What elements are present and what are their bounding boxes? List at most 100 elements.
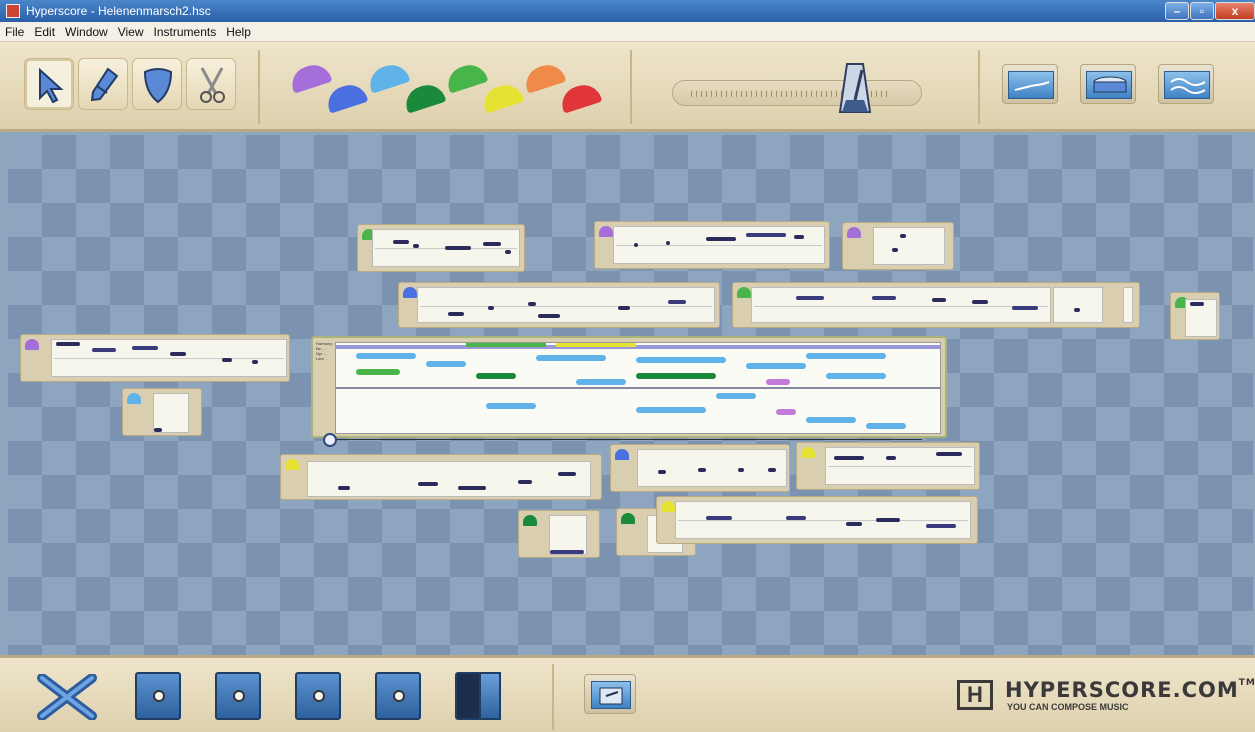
safe-dial-icon bbox=[393, 690, 405, 702]
menu-edit[interactable]: Edit bbox=[29, 22, 60, 39]
color-yellow[interactable] bbox=[479, 80, 525, 114]
color-light-green[interactable] bbox=[443, 60, 489, 94]
waves-icon bbox=[1170, 78, 1206, 94]
track-line bbox=[556, 343, 636, 347]
maximize-button[interactable]: ▫ bbox=[1190, 2, 1214, 20]
motif-color-knob[interactable] bbox=[599, 226, 613, 237]
motif-window[interactable] bbox=[842, 222, 954, 270]
note-blob bbox=[426, 361, 466, 367]
motif-sheet bbox=[1053, 287, 1103, 323]
tempo-slider[interactable] bbox=[672, 80, 922, 106]
safe-1[interactable] bbox=[135, 672, 181, 720]
safe-5-open[interactable] bbox=[455, 672, 501, 720]
note-blob bbox=[486, 403, 536, 409]
motif-window[interactable] bbox=[796, 442, 980, 490]
toolbar-divider bbox=[630, 50, 632, 124]
motif-color-knob[interactable] bbox=[403, 287, 417, 298]
motif-window[interactable] bbox=[280, 454, 602, 500]
menu-file[interactable]: File bbox=[0, 22, 29, 39]
note-blob bbox=[806, 417, 856, 423]
metronome-icon[interactable] bbox=[838, 62, 872, 116]
safe-dial-icon bbox=[153, 690, 165, 702]
motif-color-knob[interactable] bbox=[847, 227, 861, 238]
timeline-handle[interactable] bbox=[323, 433, 337, 447]
motif-window[interactable] bbox=[610, 444, 790, 492]
color-light-blue[interactable] bbox=[365, 60, 411, 94]
play-harmony-button[interactable] bbox=[1158, 64, 1214, 104]
motif-color-knob[interactable] bbox=[523, 515, 537, 526]
melody-icon bbox=[1014, 81, 1050, 91]
motif-color-knob[interactable] bbox=[737, 287, 751, 298]
composition-sheet bbox=[335, 342, 941, 434]
minimize-button[interactable]: – bbox=[1165, 2, 1189, 20]
note bbox=[786, 516, 806, 520]
menu-view[interactable]: View bbox=[113, 22, 149, 39]
note-blob bbox=[476, 373, 516, 379]
main-composition-window[interactable]: Harmony Be ... Nyr ... Lam bbox=[311, 336, 947, 438]
note bbox=[528, 302, 536, 306]
play-drum-button[interactable] bbox=[1080, 64, 1136, 104]
select-tool[interactable] bbox=[24, 58, 74, 110]
play-melody-button[interactable] bbox=[1002, 64, 1058, 104]
note bbox=[413, 244, 419, 248]
note-blob bbox=[636, 373, 716, 379]
x-icon[interactable] bbox=[36, 674, 98, 720]
track-line bbox=[336, 387, 940, 389]
color-orange[interactable] bbox=[521, 60, 567, 94]
motif-color-knob[interactable] bbox=[801, 447, 815, 458]
note bbox=[170, 352, 186, 356]
note bbox=[618, 306, 630, 310]
note bbox=[132, 346, 158, 350]
note bbox=[972, 300, 988, 304]
note bbox=[876, 518, 900, 522]
note bbox=[483, 242, 501, 246]
motif-color-knob[interactable] bbox=[615, 449, 629, 460]
motif-window[interactable] bbox=[732, 282, 1140, 328]
pen-tool[interactable] bbox=[78, 58, 128, 110]
close-button[interactable]: x bbox=[1215, 2, 1255, 20]
note bbox=[252, 360, 258, 364]
motif-window[interactable] bbox=[594, 221, 830, 269]
motif-window[interactable] bbox=[1170, 292, 1220, 340]
safe-2[interactable] bbox=[215, 672, 261, 720]
note bbox=[706, 237, 736, 241]
safe-door-icon bbox=[479, 672, 501, 720]
motif-window[interactable] bbox=[656, 496, 978, 544]
color-purple[interactable] bbox=[287, 60, 333, 94]
color-blue[interactable] bbox=[323, 80, 369, 114]
export-button[interactable] bbox=[584, 674, 636, 714]
note-blob bbox=[356, 353, 416, 359]
motif-window[interactable] bbox=[398, 282, 720, 328]
motif-sheet bbox=[51, 339, 287, 377]
safe-4[interactable] bbox=[375, 672, 421, 720]
shield-tool[interactable] bbox=[132, 58, 182, 110]
note bbox=[445, 246, 471, 250]
safe-3[interactable] bbox=[295, 672, 341, 720]
motif-color-knob[interactable] bbox=[285, 459, 299, 470]
note-blob bbox=[536, 355, 606, 361]
note bbox=[900, 234, 906, 238]
motif-color-knob[interactable] bbox=[25, 339, 39, 350]
logo-mark: H bbox=[957, 680, 993, 710]
motif-window[interactable] bbox=[357, 224, 525, 272]
scissors-tool[interactable] bbox=[186, 58, 236, 110]
hyperscore-app: Hyperscore - Helenenmarsch2.hsc – ▫ x Fi… bbox=[0, 0, 1255, 732]
note bbox=[834, 456, 864, 460]
motif-window[interactable] bbox=[20, 334, 290, 382]
color-red[interactable] bbox=[557, 80, 603, 114]
motif-window[interactable] bbox=[122, 388, 202, 436]
motif-color-knob[interactable] bbox=[621, 513, 635, 524]
note bbox=[1190, 302, 1204, 306]
motif-window[interactable] bbox=[518, 510, 600, 558]
motif-color-knob[interactable] bbox=[661, 501, 675, 512]
color-dark-green[interactable] bbox=[401, 80, 447, 114]
menu-window[interactable]: Window bbox=[60, 22, 113, 39]
menu-instruments[interactable]: Instruments bbox=[149, 22, 222, 39]
note bbox=[936, 452, 962, 456]
note-blob bbox=[356, 369, 400, 375]
note bbox=[538, 314, 560, 318]
note bbox=[1012, 306, 1038, 310]
motif-color-knob[interactable] bbox=[127, 393, 141, 404]
menu-help[interactable]: Help bbox=[221, 22, 256, 39]
note-blob bbox=[766, 379, 790, 385]
